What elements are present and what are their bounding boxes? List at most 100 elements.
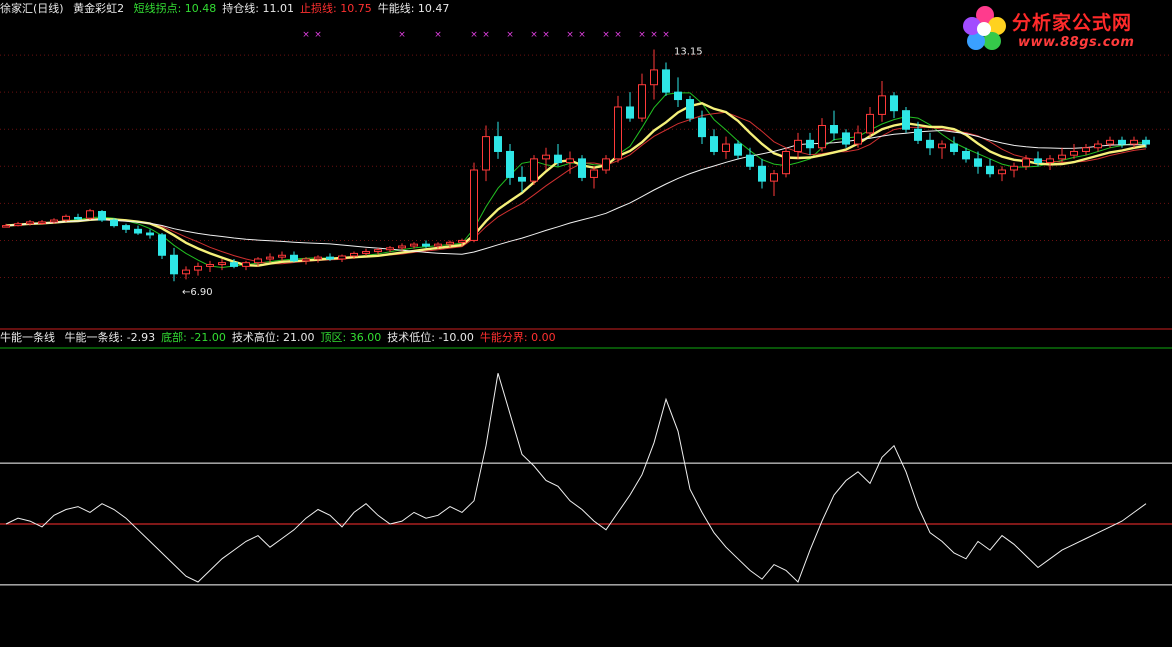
osc-value-1: 底部: -21.00	[161, 331, 226, 344]
price-annotation: 13.15	[674, 47, 703, 58]
candle-body	[26, 221, 34, 225]
candle-body	[938, 143, 946, 149]
candle-body	[686, 99, 694, 119]
candle-body	[734, 143, 742, 156]
candle-body	[1034, 158, 1042, 164]
price-value-1: 持仓线: 11.01	[222, 2, 294, 15]
signal-marker: ×	[662, 30, 670, 40]
candle-body	[218, 262, 226, 266]
candle-body	[14, 223, 22, 227]
oscillator-line	[5, 373, 1147, 583]
signal-marker: ×	[602, 30, 610, 40]
candle-body	[818, 125, 826, 149]
candle-body	[1010, 165, 1018, 171]
candle-body	[998, 169, 1006, 175]
candle-body	[314, 256, 322, 260]
site-logo: 分析家公式网 www.88gs.com	[962, 2, 1168, 60]
candle-body	[350, 252, 358, 257]
candle-body	[134, 228, 142, 234]
candle-body	[206, 264, 214, 267]
candle-body	[638, 84, 646, 119]
signal-marker: ×	[506, 30, 514, 40]
candle-body	[590, 169, 598, 178]
candle-body	[890, 95, 898, 112]
candle-body	[866, 113, 874, 134]
oscillator-series	[5, 373, 1147, 583]
price-value-0: 短线拐点: 10.48	[133, 2, 217, 15]
signal-marker: ×	[566, 30, 574, 40]
chart-title: 徐家汇(日线)	[0, 2, 64, 15]
candle-body	[950, 143, 958, 152]
candle-body	[422, 243, 430, 247]
ma-line-8	[5, 102, 1147, 267]
candle-body	[278, 254, 286, 258]
candle-body	[794, 139, 802, 152]
candle-body	[470, 169, 478, 241]
candle-body	[170, 254, 178, 275]
candle-body	[614, 106, 622, 160]
candle-body	[1070, 150, 1078, 156]
chart-canvas: × × × × × × × × × × × × × × × × 13.15 ←6.90	[0, 30, 1172, 586]
candle-body	[1022, 158, 1030, 167]
candle-body	[806, 139, 814, 149]
candle-body	[98, 211, 106, 221]
indicator-values: 短线拐点: 10.48 持仓线: 11.01 止损线: 10.75 牛能线: 10.4…	[134, 2, 456, 15]
osc-value-2: 技术高位: 21.00	[231, 331, 315, 344]
signal-marker: ×	[614, 30, 622, 40]
signal-marker: ×	[434, 30, 442, 40]
signal-marker: ×	[482, 30, 490, 40]
candle-body	[230, 262, 238, 267]
signal-marker: ×	[638, 30, 646, 40]
candle-body	[194, 265, 202, 271]
candle-body	[446, 241, 454, 245]
osc-value-3: 顶区: 36.00	[320, 331, 382, 344]
candle-body	[986, 165, 994, 175]
candle-body	[110, 219, 118, 227]
candlestick-series	[2, 49, 1150, 282]
signal-marker: ×	[650, 30, 658, 40]
candle-body	[1118, 139, 1126, 145]
candle-body	[1106, 139, 1114, 145]
candle-body	[242, 262, 250, 267]
candle-body	[662, 69, 670, 93]
price-annotation: ←6.90	[182, 287, 213, 298]
candle-body	[74, 216, 82, 220]
candle-body	[482, 136, 490, 171]
candle-body	[86, 210, 94, 219]
signal-marker: ×	[542, 30, 550, 40]
candle-body	[362, 251, 370, 254]
candle-body	[782, 150, 790, 175]
candle-body	[578, 158, 586, 178]
candle-body	[458, 239, 466, 243]
candle-body	[626, 106, 634, 119]
candle-body	[38, 221, 46, 224]
candle-body	[158, 234, 166, 256]
candle-body	[290, 254, 298, 262]
flower-logo-icon	[963, 6, 1006, 50]
candle-body	[398, 245, 406, 249]
candle-body	[842, 132, 850, 145]
candle-body	[926, 139, 934, 149]
candle-body	[698, 117, 706, 138]
candle-body	[554, 154, 562, 164]
candle-body	[758, 165, 766, 182]
candle-body	[722, 143, 730, 152]
candle-body	[302, 258, 310, 262]
candle-body	[914, 128, 922, 141]
candle-body	[530, 158, 538, 182]
signal-marker: ×	[302, 30, 310, 40]
moving-average-lines	[5, 92, 1147, 269]
candle-body	[854, 132, 862, 145]
candle-body	[518, 176, 526, 182]
candle-body	[410, 243, 418, 247]
candle-body	[1058, 154, 1066, 160]
osc-value-0: 牛能一条线: -2.93	[64, 331, 156, 344]
signal-marker: ×	[398, 30, 406, 40]
candle-body	[62, 215, 70, 221]
price-value-2: 止损线: 10.75	[300, 2, 372, 15]
candle-body	[122, 225, 130, 230]
candle-body	[902, 110, 910, 130]
candle-body	[2, 225, 10, 228]
ma-line-28	[5, 129, 1147, 255]
signal-marker: ×	[314, 30, 322, 40]
